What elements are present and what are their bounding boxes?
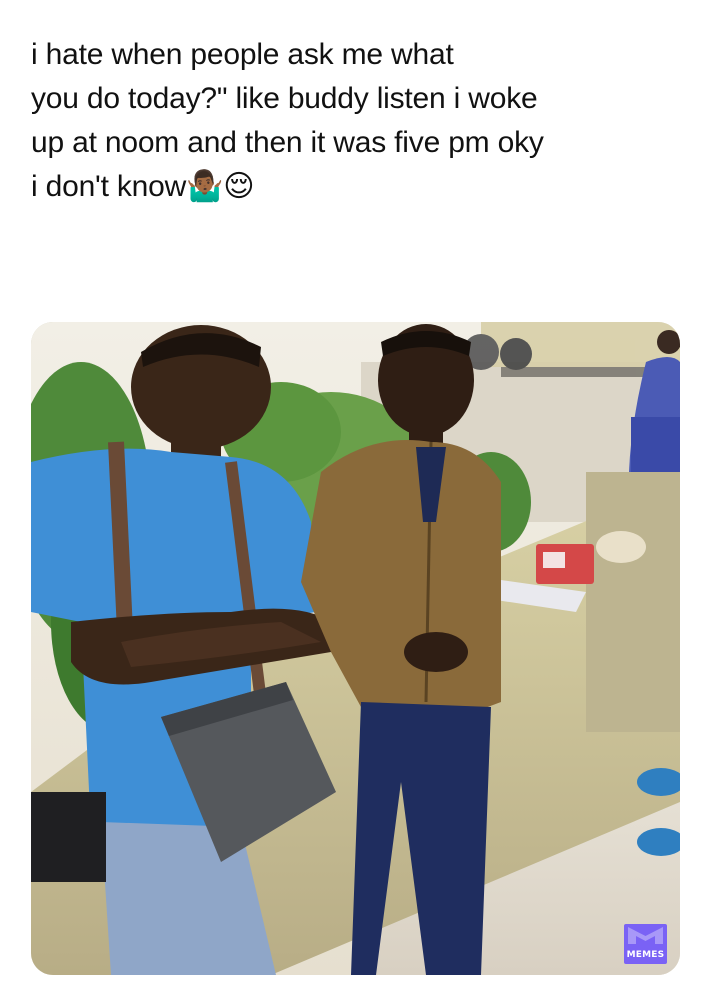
right-trousers: [351, 702, 491, 975]
post-caption: i hate when people ask me what you do to…: [31, 38, 544, 203]
memes-logo-icon: [628, 927, 663, 944]
watermark-label: MEMES: [626, 950, 665, 960]
wall-pillar: [586, 472, 680, 732]
meme-photo: [31, 322, 680, 975]
dark-object: [31, 792, 106, 882]
memes-watermark: MEMES: [624, 924, 667, 964]
photo-illustration: [31, 322, 680, 975]
